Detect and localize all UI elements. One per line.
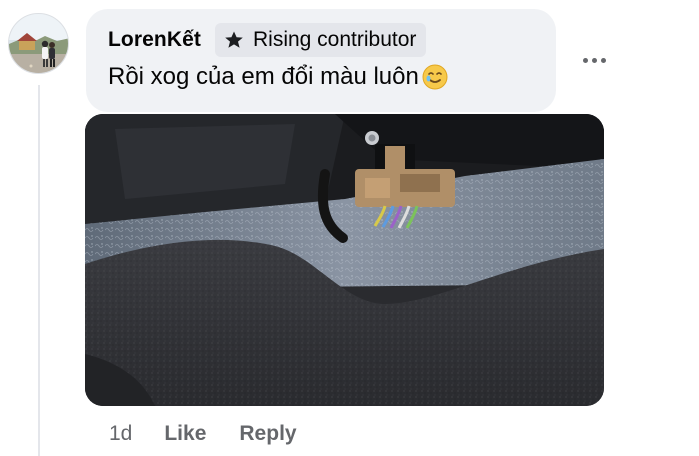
avatar[interactable] xyxy=(8,13,69,74)
comment-thread: LorenKết Rising contributor Rồi xog của … xyxy=(0,0,699,456)
thread-connector-line xyxy=(38,85,40,456)
star-icon xyxy=(223,29,245,51)
author-name[interactable]: LorenKết xyxy=(108,28,201,52)
like-button[interactable]: Like xyxy=(164,422,206,446)
author-row: LorenKết Rising contributor xyxy=(108,23,427,57)
avatar-image xyxy=(9,14,68,73)
rising-contributor-badge[interactable]: Rising contributor xyxy=(214,23,427,57)
comment-photo[interactable] xyxy=(85,114,604,406)
comment-actions: 1d Like Reply xyxy=(109,420,330,448)
badge-label: Rising contributor xyxy=(252,28,417,51)
reply-button[interactable]: Reply xyxy=(239,422,296,446)
comment-timestamp[interactable]: 1d xyxy=(109,422,132,446)
photo-image xyxy=(85,114,604,406)
comment-body: Rồi xog của em đổi màu luôn xyxy=(108,63,449,91)
comment-bubble: LorenKết Rising contributor Rồi xog của … xyxy=(86,9,556,112)
comment-text: Rồi xog của em đổi màu luôn xyxy=(108,63,419,90)
smiling-face-with-tear-emoji xyxy=(421,63,449,91)
more-options-icon[interactable] xyxy=(578,48,610,72)
